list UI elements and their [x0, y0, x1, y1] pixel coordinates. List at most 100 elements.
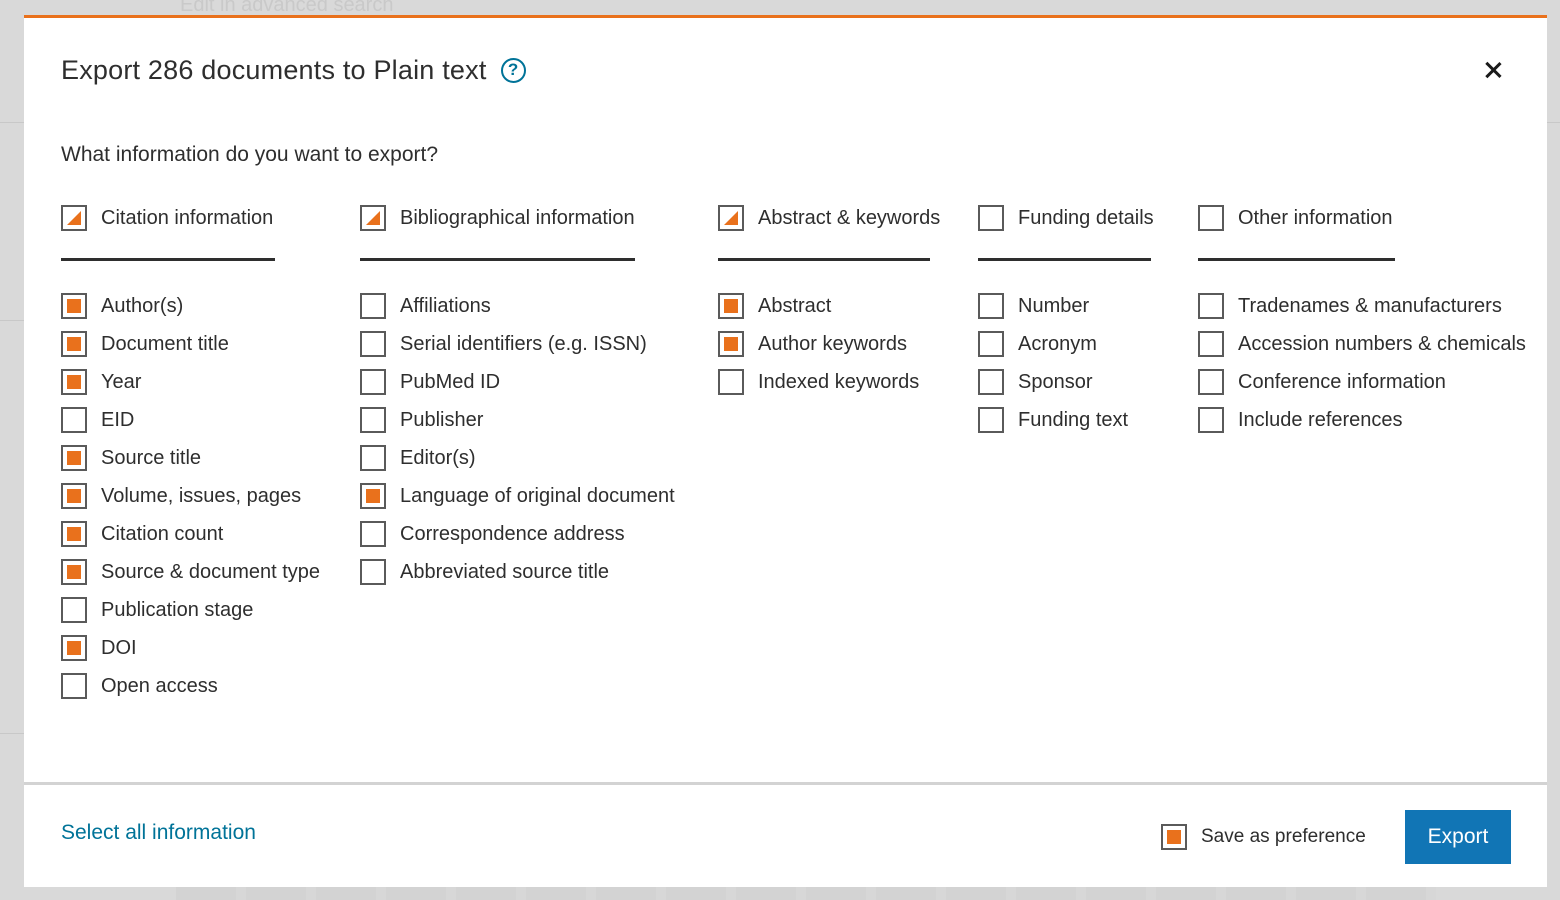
field-label: Document title	[101, 332, 229, 355]
field-option-acronym[interactable]: Acronym	[978, 325, 1151, 363]
field-option-year[interactable]: Year	[61, 363, 320, 401]
group-header-bibliographical-information[interactable]: Bibliographical information	[360, 202, 635, 261]
field-checkbox[interactable]	[360, 293, 386, 319]
group-header-other-information[interactable]: Other information	[1198, 202, 1395, 261]
field-checkbox[interactable]	[61, 597, 87, 623]
field-option-source-title[interactable]: Source title	[61, 439, 320, 477]
field-checkbox[interactable]	[978, 293, 1004, 319]
column-bibliographical-information: Bibliographical information Affiliations S…	[360, 202, 675, 591]
field-option-editor-s[interactable]: Editor(s)	[360, 439, 675, 477]
field-checkbox[interactable]	[61, 293, 87, 319]
field-checkbox[interactable]	[1198, 293, 1224, 319]
field-checkbox[interactable]	[360, 331, 386, 357]
field-checkbox[interactable]	[718, 331, 744, 357]
field-checkbox[interactable]	[718, 293, 744, 319]
field-checkbox[interactable]	[360, 521, 386, 547]
field-checkbox[interactable]	[61, 407, 87, 433]
field-option-number[interactable]: Number	[978, 287, 1151, 325]
help-icon[interactable]: ?	[500, 57, 526, 83]
field-option-indexed-keywords[interactable]: Indexed keywords	[718, 363, 930, 401]
group-label: Funding details	[1018, 206, 1154, 229]
field-checkbox[interactable]	[360, 445, 386, 471]
field-option-open-access[interactable]: Open access	[61, 667, 320, 705]
field-checkbox[interactable]	[978, 369, 1004, 395]
group-checkbox[interactable]	[61, 205, 87, 231]
field-checkbox[interactable]	[61, 369, 87, 395]
field-option-author-keywords[interactable]: Author keywords	[718, 325, 930, 363]
field-checkbox[interactable]	[360, 369, 386, 395]
field-checkbox[interactable]	[360, 407, 386, 433]
field-option-source-and-document-type[interactable]: Source & document type	[61, 553, 320, 591]
field-label: Funding text	[1018, 408, 1129, 431]
field-option-volume-issues-pages[interactable]: Volume, issues, pages	[61, 477, 320, 515]
field-label: Editor(s)	[400, 446, 476, 469]
save-preference-label: Save as preference	[1201, 826, 1366, 847]
field-label: Language of original document	[400, 484, 675, 507]
field-option-eid[interactable]: EID	[61, 401, 320, 439]
field-option-publisher[interactable]: Publisher	[360, 401, 675, 439]
background-divider	[0, 733, 24, 734]
field-option-abstract[interactable]: Abstract	[718, 287, 930, 325]
field-option-accession-numbers-and-chemicals[interactable]: Accession numbers & chemicals	[1198, 325, 1526, 363]
field-label: Abbreviated source title	[400, 560, 610, 583]
field-option-funding-text[interactable]: Funding text	[978, 401, 1151, 439]
field-checkbox[interactable]	[61, 521, 87, 547]
field-checkbox[interactable]	[1198, 331, 1224, 357]
group-checkbox[interactable]	[978, 205, 1004, 231]
field-checkbox[interactable]	[978, 331, 1004, 357]
field-option-language-of-original-document[interactable]: Language of original document	[360, 477, 675, 515]
select-all-link[interactable]: Select all information	[61, 821, 256, 845]
field-option-citation-count[interactable]: Citation count	[61, 515, 320, 553]
field-checkbox[interactable]	[61, 673, 87, 699]
group-checkbox[interactable]	[1198, 205, 1224, 231]
close-icon[interactable]	[1481, 58, 1505, 82]
field-checkbox[interactable]	[360, 559, 386, 585]
field-option-sponsor[interactable]: Sponsor	[978, 363, 1151, 401]
group-checkbox[interactable]	[718, 205, 744, 231]
field-checkbox[interactable]	[61, 635, 87, 661]
field-checkbox[interactable]	[61, 483, 87, 509]
field-option-abbreviated-source-title[interactable]: Abbreviated source title	[360, 553, 675, 591]
field-option-document-title[interactable]: Document title	[61, 325, 320, 363]
field-checkbox[interactable]	[1198, 407, 1224, 433]
group-header-funding-details[interactable]: Funding details	[978, 202, 1154, 261]
field-option-conference-information[interactable]: Conference information	[1198, 363, 1526, 401]
field-option-doi[interactable]: DOI	[61, 629, 320, 667]
column-abstract-and-keywords: Abstract & keywords Abstract Author keywor…	[718, 202, 940, 401]
field-checkbox[interactable]	[61, 331, 87, 357]
field-option-author-s[interactable]: Author(s)	[61, 287, 320, 325]
save-preference-checkbox[interactable]	[1161, 824, 1187, 850]
field-option-tradenames-and-manufacturers[interactable]: Tradenames & manufacturers	[1198, 287, 1526, 325]
field-checkbox[interactable]	[978, 407, 1004, 433]
field-option-serial-identifiers-e-g-issn[interactable]: Serial identifiers (e.g. ISSN)	[360, 325, 675, 363]
field-label: Include references	[1238, 408, 1403, 431]
column-other-information: Other information Tradenames & manufactur…	[1198, 202, 1526, 439]
field-label: Acronym	[1018, 332, 1097, 355]
field-option-affiliations[interactable]: Affiliations	[360, 287, 675, 325]
group-header-abstract-and-keywords[interactable]: Abstract & keywords	[718, 202, 940, 261]
field-label: Source & document type	[101, 560, 321, 583]
field-option-publication-stage[interactable]: Publication stage	[61, 591, 320, 629]
group-header-citation-information[interactable]: Citation information	[61, 202, 275, 261]
field-label: Tradenames & manufacturers	[1238, 294, 1502, 317]
field-label: Sponsor	[1018, 370, 1093, 393]
field-checkbox[interactable]	[1198, 369, 1224, 395]
field-label: Serial identifiers (e.g. ISSN)	[400, 332, 647, 355]
field-label: Citation count	[101, 522, 224, 545]
export-button[interactable]: Export	[1405, 810, 1511, 864]
field-checkbox[interactable]	[61, 559, 87, 585]
group-checkbox[interactable]	[360, 205, 386, 231]
field-list: Abstract Author keywords Indexed keywords	[718, 287, 930, 401]
field-checkbox[interactable]	[61, 445, 87, 471]
field-option-include-references[interactable]: Include references	[1198, 401, 1526, 439]
field-checkbox[interactable]	[360, 483, 386, 509]
field-label: Source title	[101, 446, 202, 469]
field-label: Conference information	[1238, 370, 1446, 393]
background-divider	[1547, 122, 1560, 123]
field-option-pubmed-id[interactable]: PubMed ID	[360, 363, 675, 401]
field-list: Author(s) Document title Year EID Source tit…	[61, 287, 320, 705]
field-option-correspondence-address[interactable]: Correspondence address	[360, 515, 675, 553]
footer-divider	[24, 782, 1547, 785]
field-checkbox[interactable]	[718, 369, 744, 395]
save-preference-option[interactable]: Save as preference	[1161, 824, 1366, 850]
